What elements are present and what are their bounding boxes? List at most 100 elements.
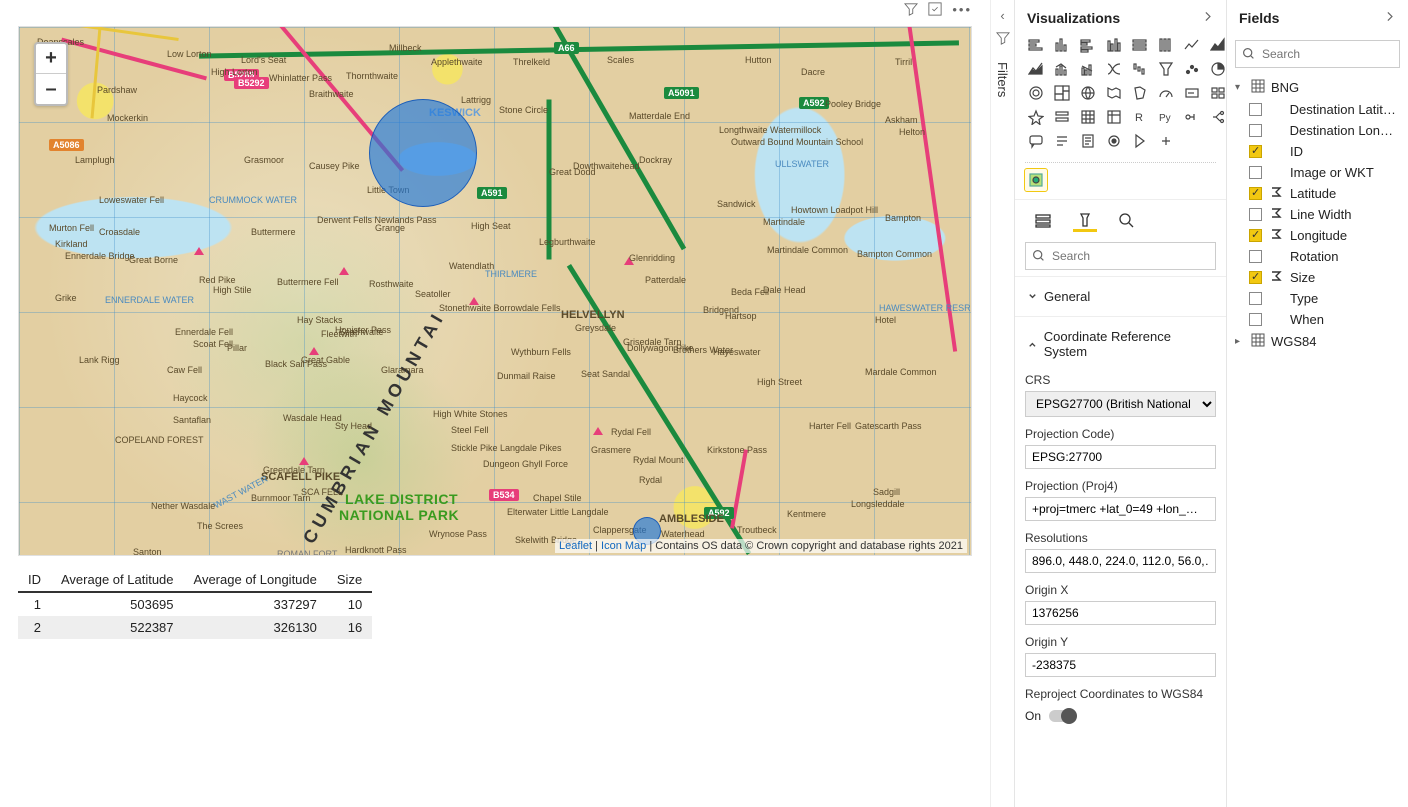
stacked-bar-100-icon[interactable]	[1129, 34, 1151, 56]
fields-search-input[interactable]	[1235, 40, 1400, 68]
data-table-visual[interactable]: ID Average of Latitude Average of Longit…	[18, 568, 982, 639]
sigma-icon	[1270, 228, 1282, 243]
collapse-fields-icon[interactable]	[1383, 10, 1396, 26]
slicer-icon[interactable]	[1051, 106, 1073, 128]
scatter-icon[interactable]	[1181, 58, 1203, 80]
field-rotation[interactable]: Rotation	[1245, 246, 1404, 267]
waterfall-icon[interactable]	[1129, 58, 1151, 80]
filled-map-icon[interactable]	[1103, 82, 1125, 104]
checkbox[interactable]	[1249, 124, 1262, 137]
checkbox[interactable]	[1249, 166, 1262, 179]
iconmap-link[interactable]: Icon Map	[601, 540, 646, 552]
gauge-icon[interactable]	[1155, 82, 1177, 104]
line-col-2-icon[interactable]	[1077, 58, 1099, 80]
paginated-icon[interactable]	[1077, 130, 1099, 152]
key-influencer-icon[interactable]	[1181, 106, 1203, 128]
clustered-bar-icon[interactable]	[1077, 34, 1099, 56]
leaflet-link[interactable]: Leaflet	[559, 540, 592, 552]
powerapps-icon[interactable]	[1129, 130, 1151, 152]
stacked-bar-icon[interactable]	[1025, 34, 1047, 56]
donut-icon[interactable]	[1025, 82, 1047, 104]
stacked-area-icon[interactable]	[1025, 58, 1047, 80]
field-type[interactable]: Type	[1245, 288, 1404, 309]
field-destination-longi-[interactable]: Destination Longi…	[1245, 120, 1404, 141]
reproject-toggle[interactable]	[1049, 710, 1075, 722]
stacked-col-icon[interactable]	[1051, 34, 1073, 56]
map-icon[interactable]	[1077, 82, 1099, 104]
focus-mode-icon[interactable]	[928, 2, 942, 19]
checkbox[interactable]	[1249, 229, 1262, 242]
r-visual-icon[interactable]: R	[1129, 106, 1151, 128]
field-image-or-wkt[interactable]: Image or WKT	[1245, 162, 1404, 183]
collapse-viz-icon[interactable]	[1201, 10, 1214, 26]
table-icon[interactable]	[1077, 106, 1099, 128]
road-a5091: A5091	[664, 87, 699, 99]
origin-y-input[interactable]	[1025, 653, 1216, 677]
proj-code-input[interactable]	[1025, 445, 1216, 469]
shape-map-icon[interactable]	[1129, 82, 1151, 104]
checkbox[interactable]	[1249, 313, 1262, 326]
checkbox[interactable]	[1249, 187, 1262, 200]
res-input[interactable]	[1025, 549, 1216, 573]
table-icon	[1251, 79, 1265, 96]
arcgis-icon[interactable]	[1103, 130, 1125, 152]
field-destination-latitu-[interactable]: Destination Latitu…	[1245, 99, 1404, 120]
kpi-icon[interactable]	[1025, 106, 1047, 128]
zoom-out-button[interactable]: –	[36, 74, 66, 104]
general-section[interactable]: General	[1025, 285, 1216, 308]
col-id[interactable]: ID	[18, 568, 51, 592]
proj4-input[interactable]	[1025, 497, 1216, 521]
field-id[interactable]: ID	[1245, 141, 1404, 162]
field-latitude[interactable]: Latitude	[1245, 183, 1404, 204]
py-visual-icon[interactable]: Py	[1155, 106, 1177, 128]
map-visual[interactable]: A66 A591 A592 A592 A5091 A5086 B5289 B52…	[18, 26, 972, 556]
card-icon[interactable]	[1181, 82, 1203, 104]
table-bng[interactable]: ▾ BNG	[1231, 76, 1404, 99]
checkbox[interactable]	[1249, 208, 1262, 221]
analytics-tab[interactable]	[1115, 210, 1139, 232]
filter-icon[interactable]	[904, 2, 918, 19]
visual-header-actions: •••	[904, 2, 972, 19]
matrix-icon[interactable]	[1103, 106, 1125, 128]
zoom-in-button[interactable]: +	[36, 44, 66, 74]
checkbox[interactable]	[1249, 250, 1262, 263]
format-search-input[interactable]	[1025, 242, 1216, 270]
format-tab[interactable]	[1073, 210, 1097, 232]
field-longitude[interactable]: Longitude	[1245, 225, 1404, 246]
table-row[interactable]: 1 503695 337297 10	[18, 592, 372, 616]
narrative-icon[interactable]	[1051, 130, 1073, 152]
funnel-icon[interactable]	[1155, 58, 1177, 80]
checkbox[interactable]	[1249, 103, 1262, 116]
get-more-icon[interactable]	[1155, 130, 1177, 152]
table-wgs84[interactable]: ▸ WGS84	[1231, 330, 1404, 353]
more-options-icon[interactable]: •••	[952, 2, 972, 19]
field-line-width[interactable]: Line Width	[1245, 204, 1404, 225]
field-when[interactable]: When	[1245, 309, 1404, 330]
qa-icon[interactable]	[1025, 130, 1047, 152]
filters-pane-collapsed[interactable]: ‹ Filters	[990, 0, 1014, 807]
svg-text:Py: Py	[1159, 113, 1171, 124]
col-avg-lat[interactable]: Average of Latitude	[51, 568, 184, 592]
origin-x-input[interactable]	[1025, 601, 1216, 625]
checkbox[interactable]	[1249, 292, 1262, 305]
data-point-1[interactable]	[369, 99, 477, 207]
stacked-col-100-icon[interactable]	[1155, 34, 1177, 56]
clustered-col-icon[interactable]	[1103, 34, 1125, 56]
custom-visual-iconmap[interactable]	[1025, 169, 1047, 191]
treemap-icon[interactable]	[1051, 82, 1073, 104]
road-a66: A66	[554, 42, 579, 54]
crs-label: CRS	[1025, 373, 1216, 387]
checkbox[interactable]	[1249, 145, 1262, 158]
line-chart-icon[interactable]	[1181, 34, 1203, 56]
line-col-icon[interactable]	[1051, 58, 1073, 80]
crs-select[interactable]: EPSG27700 (British National …	[1025, 391, 1216, 417]
crs-section[interactable]: Coordinate Reference System	[1025, 325, 1216, 363]
fields-tab[interactable]	[1031, 210, 1055, 232]
col-avg-lon[interactable]: Average of Longitude	[184, 568, 327, 592]
table-row[interactable]: 2 522387 326130 16	[18, 616, 372, 639]
col-size[interactable]: Size	[327, 568, 372, 592]
expand-filters-icon[interactable]: ‹	[1000, 8, 1004, 23]
ribbon-icon[interactable]	[1103, 58, 1125, 80]
field-size[interactable]: Size	[1245, 267, 1404, 288]
checkbox[interactable]	[1249, 271, 1262, 284]
